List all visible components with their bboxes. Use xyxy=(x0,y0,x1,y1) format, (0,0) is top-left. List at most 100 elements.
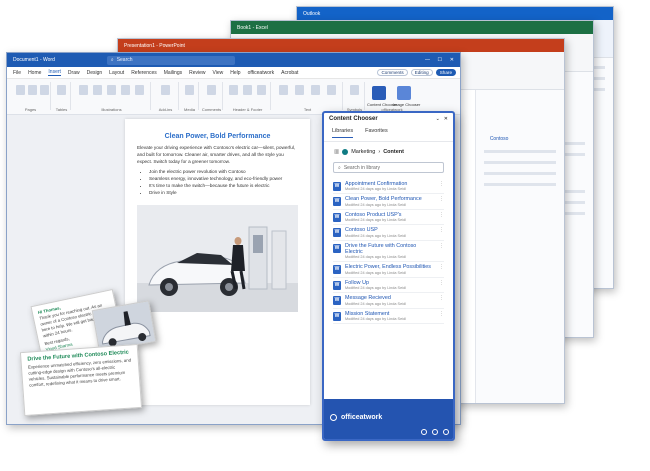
document-page[interactable]: Clean Power, Bold Performance Elevate yo… xyxy=(125,119,310,405)
more-icon[interactable]: ⋮ xyxy=(439,264,444,270)
ribbon-group-text: Text xyxy=(273,82,343,112)
sharepoint-icon xyxy=(342,149,349,155)
ppt-panel-item: Contoso xyxy=(489,136,509,142)
word-doc-icon: W xyxy=(333,280,341,290)
item-meta: Modified 24 days ago by Linda Seidl xyxy=(345,255,407,260)
list-item[interactable]: W Contoso Product USP's Modified 24 days a… xyxy=(333,210,444,226)
power-icon[interactable] xyxy=(443,429,449,435)
menu-acrobat[interactable]: Acrobat xyxy=(281,70,298,76)
more-icon[interactable]: ⋮ xyxy=(439,196,444,202)
ribbon-group-header-footer: Header & Footer xyxy=(225,82,271,112)
chevron-down-icon[interactable]: ⌄ xyxy=(436,116,440,122)
list-item[interactable]: W Appointment Confirmation Modified 24 day… xyxy=(333,179,444,195)
word-doc-icon: W xyxy=(333,182,341,191)
item-title: Electric Power, Endless Possibilities xyxy=(345,264,431,271)
more-icon[interactable]: ⋮ xyxy=(439,181,444,187)
document-bullet: Drive in Style xyxy=(149,189,298,196)
list-item[interactable]: W Follow Up Modified 24 days ago by Linda … xyxy=(333,278,444,294)
document-bullets: Join the electric power revolution with … xyxy=(149,168,298,196)
item-meta: Modified 24 days ago by Linda Seidl xyxy=(345,187,407,192)
list-item[interactable]: W Clean Power, Bold Performance Modified 2… xyxy=(333,194,444,210)
electric-car-photo xyxy=(137,205,298,312)
image-chooser-icon[interactable] xyxy=(397,86,411,100)
brand-name: officeatwork xyxy=(341,414,383,421)
ribbon-group-officeatwork: Content Chooser Image Chooser officeatwo… xyxy=(367,82,420,112)
more-icon[interactable]: ⋮ xyxy=(439,243,444,249)
item-meta: Modified 24 days ago by Linda Seidl xyxy=(345,270,407,275)
share-button[interactable]: Share xyxy=(435,69,456,76)
word-actions: Comments Editing Share xyxy=(377,69,460,76)
chooser-tabs: Libraries Favorites xyxy=(324,125,453,142)
menu-design[interactable]: Design xyxy=(87,70,103,76)
minimize-icon[interactable]: — xyxy=(425,57,430,63)
chooser-search-input[interactable]: ⌕ Search in library xyxy=(333,162,444,173)
list-item[interactable]: W Electric Power, Endless Possibilities Mo… xyxy=(333,262,444,278)
collage-scene: Outlook Book1 - Excel Other Contoso Pres… xyxy=(0,0,650,471)
more-icon[interactable]: ⋮ xyxy=(439,280,444,286)
close-icon[interactable]: ✕ xyxy=(450,57,454,63)
word-doc-icon: W xyxy=(333,228,341,238)
chevron-right-icon: › xyxy=(378,149,381,155)
more-icon[interactable]: ⋮ xyxy=(439,212,444,218)
menu-view[interactable]: View xyxy=(213,70,224,76)
word-doc-icon: W xyxy=(333,311,341,321)
document-heading: Clean Power, Bold Performance xyxy=(164,133,271,140)
item-meta: Modified 24 days ago by Linda Seidl xyxy=(345,218,407,223)
content-chooser-icon[interactable] xyxy=(372,86,386,100)
maximize-icon[interactable]: ☐ xyxy=(438,57,442,63)
library-icon[interactable]: ▥ xyxy=(334,149,339,155)
content-chooser-pane[interactable]: Content Chooser ⌄ ✕ Libraries Favorites … xyxy=(322,111,455,441)
menu-insert[interactable]: Insert xyxy=(48,69,61,76)
chooser-footer: officeatwork xyxy=(324,399,453,439)
search-icon: ⌕ xyxy=(338,164,341,171)
breadcrumb-current: Content xyxy=(383,149,404,155)
ribbon-group-symbols: Symbols xyxy=(345,82,365,112)
tab-favorites[interactable]: Favorites xyxy=(365,128,388,138)
menu-layout[interactable]: Layout xyxy=(109,70,124,76)
word-menu-bar: File Home Insert Draw Design Layout Refe… xyxy=(7,67,460,79)
editing-button[interactable]: Editing xyxy=(410,69,433,76)
more-icon[interactable]: ⋮ xyxy=(439,295,444,301)
ribbon-group-illustrations: Illustrations xyxy=(73,82,151,112)
tab-libraries[interactable]: Libraries xyxy=(332,128,354,138)
menu-references[interactable]: References xyxy=(131,70,157,76)
comments-button[interactable]: Comments xyxy=(377,69,408,76)
menu-file[interactable]: File xyxy=(13,70,21,76)
menu-officeatwork[interactable]: officeatwork xyxy=(248,70,275,76)
menu-home[interactable]: Home xyxy=(28,70,41,76)
car-charging-illustration xyxy=(137,205,298,312)
breadcrumb-parent[interactable]: Marketing xyxy=(351,149,375,155)
item-meta: Modified 24 days ago by Linda Seidl xyxy=(345,286,407,291)
drive-future-slide[interactable]: Drive the Future with Contoso Electric E… xyxy=(19,343,143,417)
item-meta: Modified 24 days ago by Linda Seidl xyxy=(345,233,407,238)
list-item[interactable]: W Mission Statement Modified 24 days ago b… xyxy=(333,309,444,325)
chooser-search-placeholder: Search in library xyxy=(343,164,380,171)
ribbon-group-pages: Pages xyxy=(11,82,51,112)
word-search-placeholder: Search xyxy=(116,57,133,63)
list-item[interactable]: W Drive the Future with Contoso Electric M… xyxy=(333,241,444,263)
excel-titlebar: Book1 - Excel xyxy=(231,21,593,34)
close-icon[interactable]: ✕ xyxy=(444,116,448,122)
word-search-box[interactable]: ⌕ Search xyxy=(106,55,235,65)
more-icon[interactable]: ⋮ xyxy=(439,227,444,233)
word-doc-icon: W xyxy=(333,296,341,306)
gear-icon[interactable] xyxy=(421,429,427,435)
item-title: Drive the Future with Contoso Electric xyxy=(345,242,417,256)
more-icon[interactable]: ⋮ xyxy=(439,311,444,317)
menu-draw[interactable]: Draw xyxy=(68,70,80,76)
document-bullet: It's time to make the switch—because the… xyxy=(149,182,298,189)
list-item[interactable]: W Message Recieved Modified 24 days ago by… xyxy=(333,293,444,309)
chooser-item-list: W Appointment Confirmation Modified 24 day… xyxy=(324,177,453,325)
help-icon[interactable] xyxy=(432,429,438,435)
list-item[interactable]: W Contoso USP Modified 24 days ago by Lind… xyxy=(333,225,444,241)
word-doc-icon: W xyxy=(333,265,341,275)
item-meta: Modified 24 days ago by Linda Seidl xyxy=(345,301,407,306)
chooser-header-controls: ⌄ ✕ xyxy=(436,116,448,122)
outlook-titlebar: Outlook xyxy=(297,7,613,20)
search-icon: ⌕ xyxy=(110,57,114,63)
menu-help[interactable]: Help xyxy=(230,70,240,76)
menu-review[interactable]: Review xyxy=(189,70,205,76)
menu-mailings[interactable]: Mailings xyxy=(164,70,182,76)
excel-title: Book1 - Excel xyxy=(237,24,268,31)
item-title: Clean Power, Bold Performance xyxy=(345,196,422,203)
